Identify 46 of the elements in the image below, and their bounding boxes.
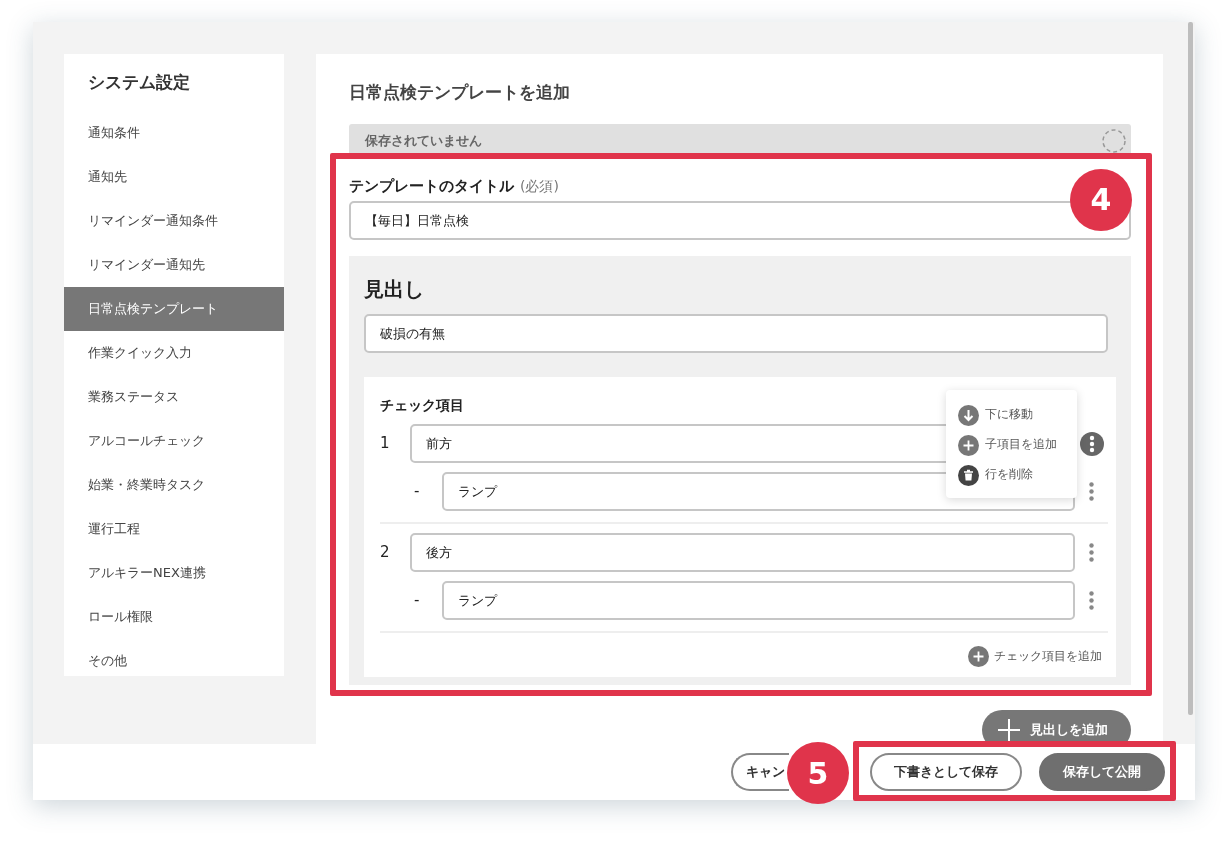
heading-input[interactable]: 破損の有無 — [364, 314, 1108, 353]
sidebar-item[interactable]: その他 — [64, 639, 284, 683]
sidebar-item[interactable]: アルコールチェック — [64, 419, 284, 463]
kebab-icon — [1079, 431, 1104, 456]
plus-icon — [958, 434, 979, 456]
add-heading-button[interactable]: 見出しを追加 — [982, 710, 1131, 744]
scrollbar[interactable] — [1188, 22, 1193, 715]
status-icon — [1101, 128, 1127, 154]
status-text: 保存されていません — [365, 132, 482, 151]
sidebar-item[interactable]: 日常点検テンプレート — [64, 287, 284, 331]
section-heading: 見出し — [364, 276, 425, 303]
arrow-down-icon — [958, 404, 979, 426]
sidebar-item[interactable]: 運行工程 — [64, 507, 284, 551]
row-number: 1 — [380, 433, 391, 455]
sidebar-title: システム設定 — [87, 71, 191, 94]
sidebar-item[interactable]: 始業・終業時タスク — [64, 463, 284, 507]
sidebar-item[interactable]: アルキラーNEX連携 — [64, 551, 284, 595]
item-input[interactable]: ランプ — [442, 581, 1075, 620]
item-input[interactable]: 後方 — [410, 533, 1075, 572]
kebab-icon — [1089, 591, 1094, 610]
sidebar-item[interactable]: ロール権限 — [64, 595, 284, 639]
plus-icon — [968, 646, 989, 667]
cancel-button[interactable]: キャン — [731, 753, 789, 791]
bullet: - — [413, 481, 421, 503]
menu-item[interactable]: 子項目を追加 — [958, 430, 1057, 460]
kebab-icon — [1089, 482, 1094, 501]
sidebar-item[interactable]: リマインダー通知条件 — [64, 199, 284, 243]
trash-icon — [958, 464, 979, 486]
draft-button[interactable]: 下書きとして保存 — [870, 753, 1022, 791]
sidebar-item[interactable]: リマインダー通知先 — [64, 243, 284, 287]
sidebar-item[interactable]: 通知先 — [64, 155, 284, 199]
annotation-badge: 4 — [1070, 168, 1132, 231]
bullet: - — [413, 590, 421, 612]
row-number: 2 — [380, 542, 391, 564]
sidebar-item[interactable]: 作業クイック入力 — [64, 331, 284, 375]
plus-icon — [996, 717, 1022, 743]
publish-button[interactable]: 保存して公開 — [1039, 753, 1165, 791]
kebab-icon — [1089, 543, 1094, 562]
sidebar-item[interactable]: 業務ステータス — [64, 375, 284, 419]
required-mark: (必須) — [520, 176, 559, 196]
page-title: 日常点検テンプレートを追加 — [349, 81, 571, 104]
annotation-badge: 5 — [787, 742, 849, 804]
add-item-link[interactable]: チェック項目を追加 — [968, 646, 1102, 667]
field-label: テンプレートのタイトル — [349, 175, 514, 197]
sidebar-item[interactable]: 通知条件 — [64, 111, 284, 155]
checklist-title: チェック項目 — [380, 396, 464, 415]
